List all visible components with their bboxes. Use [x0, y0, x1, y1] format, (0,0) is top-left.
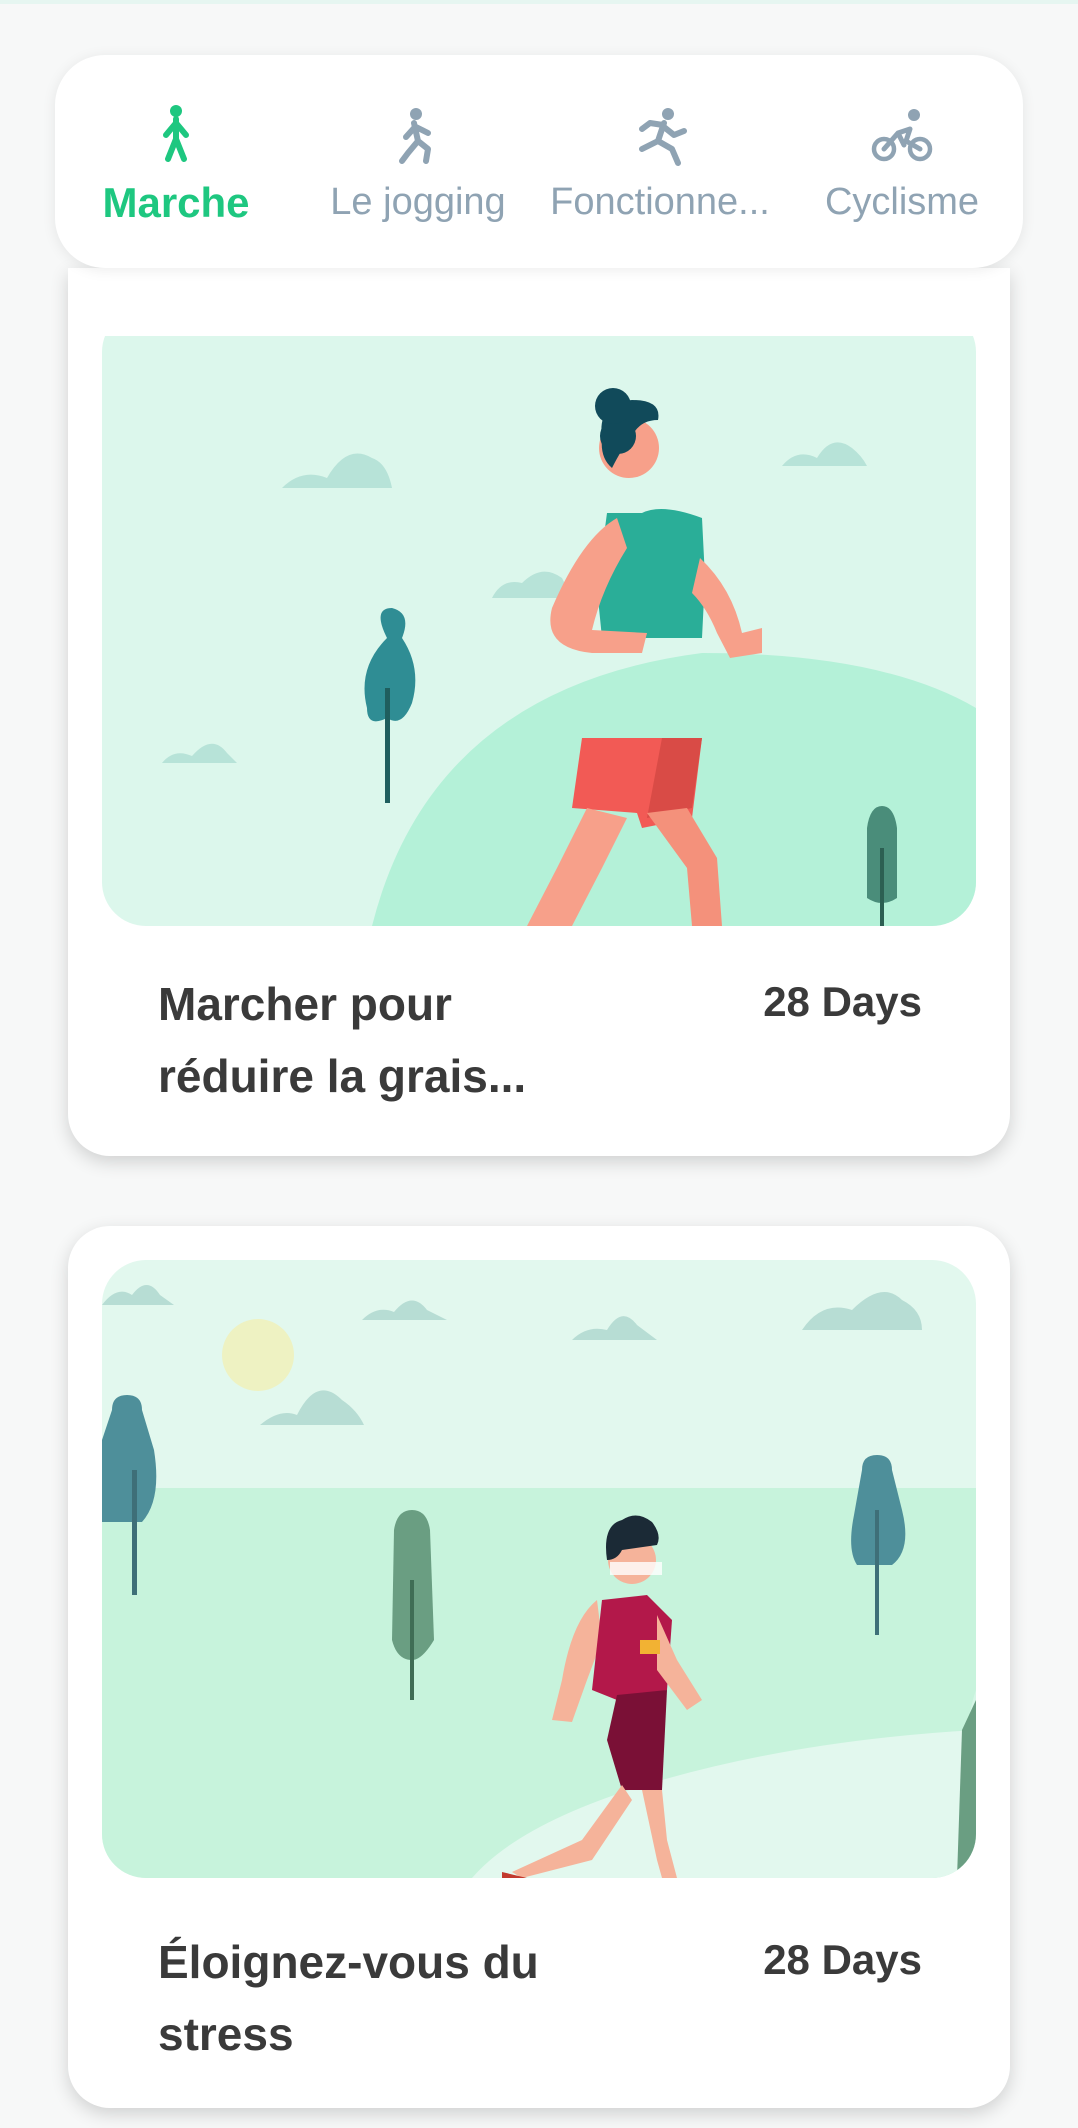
card-top-edge	[68, 286, 1010, 336]
program-duration: 28 Days	[763, 978, 922, 1025]
program-title: Éloignez-vous du stress	[158, 1936, 539, 2060]
status-strip	[0, 0, 1078, 4]
tab-le-jogging[interactable]: Le jogging	[297, 55, 539, 268]
program-title: Marcher pour réduire la grais...	[158, 978, 527, 1102]
tab-fonctionnement[interactable]: Fonctionne...	[539, 55, 781, 268]
tab-label: Le jogging	[330, 181, 506, 223]
program-duration: 28 Days	[763, 1936, 922, 1983]
tab-marche[interactable]: Marche	[55, 55, 297, 268]
activity-tab-bar: Marche Le jogging Fonctionne... Cyclisme	[55, 55, 1023, 268]
woman-jogging-illustration	[102, 308, 976, 926]
program-card[interactable]: Marcher pour réduire la grais... 28 Days	[68, 268, 1010, 1156]
running-icon	[628, 105, 692, 169]
tab-label: Cyclisme	[824, 181, 980, 223]
cycling-icon	[870, 105, 934, 169]
program-card[interactable]: Éloignez-vous du stress 28 Days	[68, 1226, 1010, 2108]
tab-cyclisme[interactable]: Cyclisme	[781, 55, 1023, 268]
tab-label: Marche	[102, 178, 250, 226]
walk-icon	[144, 103, 208, 167]
jogging-icon	[386, 105, 450, 169]
man-walking-illustration	[102, 1260, 976, 1878]
tab-label: Fonctionne...	[550, 181, 770, 223]
